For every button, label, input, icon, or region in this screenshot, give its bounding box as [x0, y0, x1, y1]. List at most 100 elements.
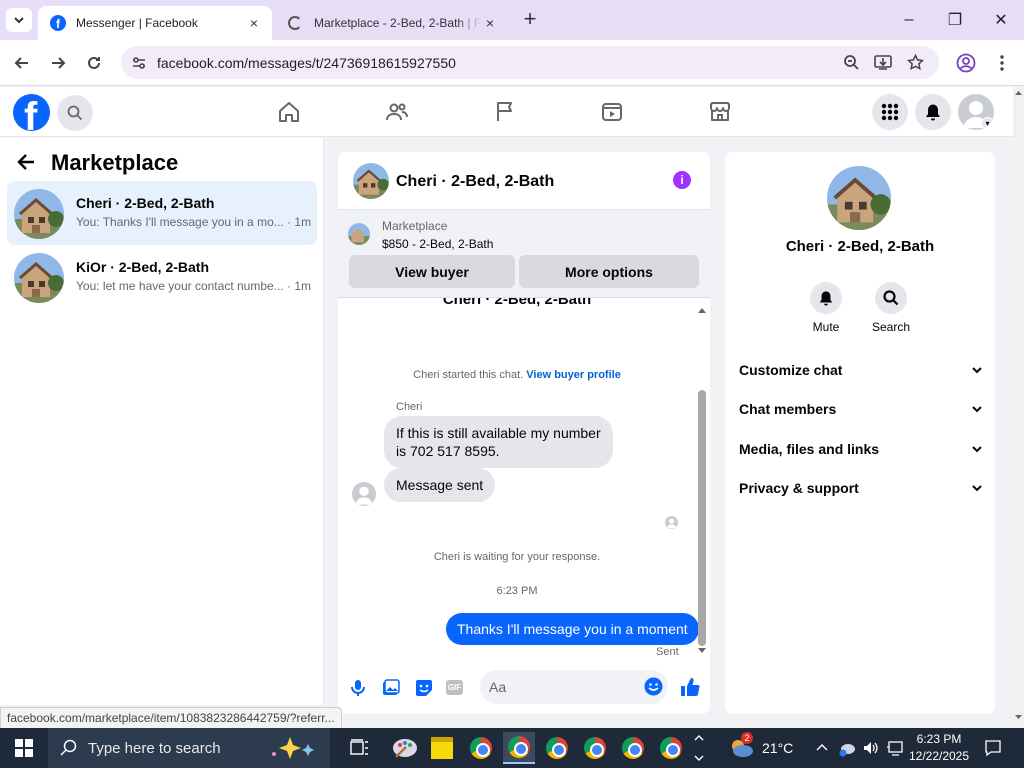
clock[interactable]: 6:23 PM 12/22/2025	[906, 731, 972, 765]
sent-message[interactable]: Thanks I'll message you in a moment	[446, 613, 699, 645]
conversation-list-panel: Marketplace Cheri · 2-Bed, 2-Bath You: T…	[0, 138, 324, 705]
nav-watch[interactable]	[597, 97, 627, 127]
network-cloud-icon	[839, 744, 855, 757]
mute-button[interactable]: Mute	[807, 282, 845, 334]
browser-toolbar: facebook.com/messages/t/2473691861592755…	[0, 40, 1024, 86]
search-button[interactable]	[57, 95, 93, 131]
more-options-button[interactable]: More options	[519, 255, 699, 288]
chrome-profile-app[interactable]	[655, 732, 687, 764]
address-bar[interactable]: facebook.com/messages/t/2473691861592755…	[121, 46, 939, 79]
conversation-item[interactable]: Cheri · 2-Bed, 2-Bath You: Thanks I'll m…	[7, 181, 317, 245]
tab-close-button[interactable]: ×	[246, 15, 262, 31]
weather-temp: 21°C	[762, 740, 794, 756]
chat-avatar[interactable]	[353, 163, 389, 199]
account-avatar[interactable]: ▾	[958, 94, 994, 130]
search-icon	[67, 105, 83, 121]
chevron-up-icon	[816, 744, 828, 751]
taskbar-search-box[interactable]: Type here to search	[48, 728, 330, 768]
back-button[interactable]	[8, 49, 36, 77]
chat-title[interactable]: Cheri · 2-Bed, 2-Bath	[396, 173, 554, 191]
notification-center-button[interactable]	[978, 728, 1008, 768]
reload-button[interactable]	[80, 49, 108, 77]
sticky-notes-app[interactable]	[426, 732, 458, 764]
weather-widget[interactable]: 2 21°C	[726, 732, 798, 764]
media-files-links-section[interactable]: Media, files and links	[739, 434, 983, 464]
default-avatar-icon	[355, 486, 373, 505]
tab-title: Messenger | Facebook	[76, 16, 198, 30]
sender-name: Cheri	[396, 401, 423, 413]
chrome-icon	[508, 736, 530, 758]
view-buyer-profile-link[interactable]: View buyer profile	[526, 369, 621, 381]
palette-icon	[393, 739, 417, 758]
chat-header: Cheri · 2-Bed, 2-Bath i	[338, 152, 710, 210]
new-tab-button[interactable]: +	[518, 8, 542, 32]
zoom-icon	[844, 55, 859, 70]
gif-icon[interactable]: GIF	[446, 680, 463, 695]
chrome-profile-app[interactable]	[617, 732, 649, 764]
link-status-bar: facebook.com/marketplace/item/1083823286…	[0, 707, 342, 729]
chevron-down-icon	[972, 446, 982, 453]
paint-app[interactable]	[389, 732, 421, 764]
nav-pages[interactable]	[490, 97, 520, 127]
volume-icon	[864, 742, 878, 754]
chat-panel: Cheri · 2-Bed, 2-Bath i Marketplace $850…	[338, 152, 710, 714]
chat-info-panel: Cheri · 2-Bed, 2-Bath Mute Search Custom…	[725, 152, 995, 714]
chevron-up-down-icon	[694, 735, 704, 761]
profile-button[interactable]	[952, 49, 980, 77]
listing-thumbnail	[14, 189, 64, 239]
facebook-logo-icon[interactable]: f	[13, 94, 50, 131]
tab-marketplace[interactable]: Marketplace - 2-Bed, 2-Bath | F ×	[276, 6, 508, 40]
chrome-profile-app[interactable]	[541, 732, 573, 764]
profile-avatar[interactable]	[827, 166, 891, 230]
chrome-app[interactable]	[465, 732, 497, 764]
taskbar-scroll[interactable]	[693, 730, 705, 766]
chrome-icon	[622, 737, 644, 759]
chrome-profile-app[interactable]	[579, 732, 611, 764]
received-message[interactable]: Message sent	[384, 468, 496, 502]
listing-thumbnail[interactable]	[348, 223, 370, 245]
task-view-icon	[350, 739, 368, 755]
page-scrollbar[interactable]	[1013, 87, 1024, 728]
notifications-button[interactable]	[915, 94, 951, 130]
nav-friends[interactable]	[382, 97, 412, 127]
forward-button[interactable]	[44, 49, 72, 77]
arrow-left-icon	[17, 154, 34, 170]
tab-messenger[interactable]: f Messenger | Facebook ×	[38, 6, 272, 40]
restore-button[interactable]: ❐	[932, 0, 978, 40]
scrollbar[interactable]	[697, 302, 707, 656]
tab-search-button[interactable]	[6, 8, 32, 32]
facebook-header: f ▾	[0, 87, 1013, 137]
view-buyer-button[interactable]: View buyer	[349, 255, 515, 288]
start-button[interactable]	[0, 728, 48, 768]
install-app-icon	[874, 55, 892, 70]
customize-chat-section[interactable]: Customize chat	[739, 355, 983, 385]
message-input[interactable]: Aa	[480, 670, 668, 704]
sticky-note-icon	[431, 737, 453, 759]
back-button[interactable]	[16, 152, 42, 176]
privacy-support-section[interactable]: Privacy & support	[739, 473, 983, 503]
listing-detail[interactable]: $850 - 2-Bed, 2-Bath	[382, 237, 493, 251]
photo-icon	[383, 679, 400, 695]
chrome-profile-app[interactable]	[503, 732, 535, 764]
clock-time: 6:23 PM	[916, 732, 962, 746]
received-message[interactable]: If this is still available my number is …	[384, 416, 613, 468]
message-input-placeholder: Aa	[489, 679, 507, 695]
task-view-button[interactable]	[344, 732, 376, 764]
close-window-button[interactable]: ✕	[978, 0, 1024, 40]
menu-button[interactable]	[872, 94, 908, 130]
minimize-button[interactable]: –	[886, 0, 932, 40]
home-icon	[279, 102, 299, 122]
tab-close-button[interactable]: ×	[482, 15, 498, 31]
nav-marketplace[interactable]	[705, 97, 735, 127]
chat-members-section[interactable]: Chat members	[739, 394, 983, 424]
search-in-chat-button[interactable]: Search	[869, 282, 913, 334]
profile-icon	[956, 53, 976, 73]
composer: GIF Aa	[338, 660, 710, 714]
conversation-item[interactable]: KiOr · 2-Bed, 2-Bath You: let me have yo…	[7, 245, 317, 309]
seen-avatar	[665, 516, 678, 529]
info-button[interactable]: i	[673, 171, 691, 189]
thumbs-up-icon	[681, 678, 700, 697]
facebook-favicon-icon: f	[50, 15, 66, 31]
browser-menu-button[interactable]	[988, 49, 1016, 77]
nav-home[interactable]	[274, 97, 304, 127]
